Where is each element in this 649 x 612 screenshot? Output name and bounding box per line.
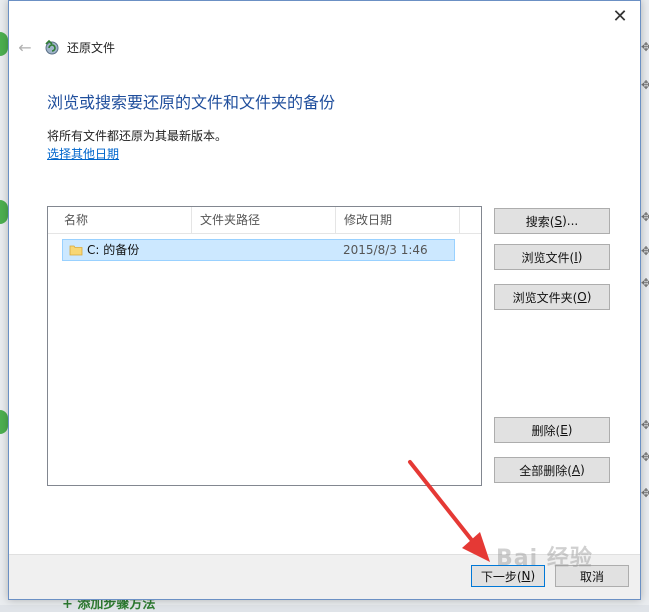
remove-button[interactable]: 删除(E) <box>494 417 610 443</box>
column-header-name[interactable]: 名称 <box>56 207 192 233</box>
dialog-title-bar: 还原文件 <box>43 37 115 57</box>
background-move-icon: ✥ <box>641 244 649 258</box>
column-header-folder-path[interactable]: 文件夹路径 <box>192 207 336 233</box>
restore-files-icon <box>45 39 59 55</box>
background-move-icon: ✥ <box>641 210 649 224</box>
background-step-marker <box>0 200 8 224</box>
dialog-title: 还原文件 <box>67 40 116 55</box>
close-button[interactable]: ✕ <box>600 1 640 31</box>
background-move-icon: ✥ <box>641 40 649 54</box>
page-heading: 浏览或搜索要还原的文件和文件夹的备份 <box>47 93 336 112</box>
list-item[interactable]: C: 的备份 2015/8/3 1:46 <box>62 239 455 261</box>
list-header: 名称 文件夹路径 修改日期 <box>48 207 481 234</box>
background-step-marker <box>0 410 8 434</box>
choose-other-date-link[interactable]: 选择其他日期 <box>47 145 119 162</box>
folder-icon <box>69 245 83 256</box>
background-move-icon: ✥ <box>641 418 649 432</box>
background-move-icon: ✥ <box>641 486 649 500</box>
search-button[interactable]: 搜索(S)... <box>494 208 610 234</box>
browse-folders-button[interactable]: 浏览文件夹(O) <box>494 284 610 310</box>
restore-files-dialog: ✕ ← 还原文件 浏览或搜索要还原的文件和文件夹的备份 将所有文件都还原为其最新… <box>8 0 641 600</box>
list-item-modified-date: 2015/8/3 1:46 <box>343 243 428 257</box>
background-move-icon: ✥ <box>641 276 649 290</box>
restore-description: 将所有文件都还原为其最新版本。 <box>47 129 228 143</box>
watermark: Bai 经验 <box>496 546 593 571</box>
remove-all-button[interactable]: 全部删除(A) <box>494 457 610 483</box>
list-item-name: C: 的备份 <box>87 243 140 257</box>
background-move-icon: ✥ <box>641 78 649 92</box>
backup-list[interactable]: 名称 文件夹路径 修改日期 C: 的备份 2015/8/3 1:46 <box>47 206 482 486</box>
background-step-marker <box>0 32 8 56</box>
browse-files-button[interactable]: 浏览文件(I) <box>494 244 610 270</box>
column-header-modified-date[interactable]: 修改日期 <box>336 207 460 233</box>
back-arrow-icon[interactable]: ← <box>15 37 35 57</box>
background-move-icon: ✥ <box>641 450 649 464</box>
